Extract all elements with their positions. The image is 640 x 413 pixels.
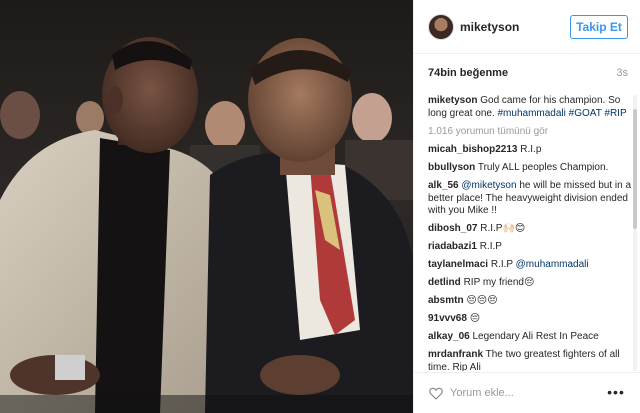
comment-text: Legendary Ali Rest In Peace: [472, 331, 599, 342]
comment-user[interactable]: 91vvv68: [428, 313, 467, 324]
heart-icon[interactable]: [428, 385, 444, 401]
likes-count[interactable]: 74bin beğenme: [428, 67, 508, 79]
follow-button[interactable]: Takip Et: [570, 15, 628, 39]
comment-row: mrdanfrank The two greatest fighters of …: [428, 349, 632, 371]
post-sidebar: miketyson Takip Et 74bin beğenme 3s mike…: [413, 0, 640, 413]
comment-text: 😔: [469, 313, 481, 324]
avatar[interactable]: [428, 14, 454, 40]
comment-mention[interactable]: @miketyson: [461, 180, 516, 191]
post-stats: 74bin beğenme 3s: [428, 67, 628, 83]
comment-row: 91vvv68 😔: [428, 313, 632, 326]
post-username[interactable]: miketyson: [460, 20, 519, 34]
comment-text: R.I.P: [479, 241, 502, 252]
comment-text: he will be missed but in a better place!…: [428, 180, 632, 216]
comment-user[interactable]: absmtn: [428, 295, 464, 306]
comment-user[interactable]: micah_bishop2213: [428, 144, 517, 155]
scrollbar-thumb[interactable]: [633, 109, 637, 229]
comment-user[interactable]: bbullyson: [428, 162, 475, 173]
comment-text: RIP my friend😔: [463, 277, 535, 288]
comments-scrollbar[interactable]: [633, 95, 637, 371]
view-all-comments-link[interactable]: 1.016 yorumun tümünü gör: [428, 126, 632, 139]
comment-row: riadabazi1 R.I.P: [428, 241, 632, 254]
post-header: miketyson Takip Et: [414, 0, 640, 54]
post-time[interactable]: 3s: [616, 67, 628, 79]
comments-list[interactable]: miketyson God came for his champion. So …: [428, 95, 632, 371]
comment-text: Truly ALL peoples Champion.: [477, 162, 609, 173]
photo-illustration: [0, 0, 413, 413]
comment-user[interactable]: taylanelmaci: [428, 259, 488, 270]
caption-tags[interactable]: #muhammadali #GOAT #RIP: [498, 108, 627, 119]
comment-text: 😔😔😔: [466, 295, 498, 306]
comment-mention[interactable]: @muhammadali: [516, 259, 589, 270]
comment-text: R.I.p: [520, 144, 542, 155]
comment-row: bbullyson Truly ALL peoples Champion.: [428, 162, 632, 175]
comment-row: alkay_06 Legendary Ali Rest In Peace: [428, 331, 632, 344]
comment-row: absmtn 😔😔😔: [428, 295, 632, 308]
post-footer: •••: [414, 372, 640, 413]
comment-user[interactable]: mrdanfrank: [428, 349, 483, 360]
comment-user[interactable]: riadabazi1: [428, 241, 477, 252]
caption-user[interactable]: miketyson: [428, 95, 477, 106]
comment-row: dibosh_07 R.I.P🙌🏻😊: [428, 223, 632, 236]
comment-input[interactable]: [450, 385, 580, 401]
comment-text: R.I.P🙌🏻😊: [480, 223, 526, 234]
caption: miketyson God came for his champion. So …: [428, 95, 632, 120]
comment-row: micah_bishop2213 R.I.p: [428, 144, 632, 157]
comment-user[interactable]: detlind: [428, 277, 461, 288]
more-options-icon[interactable]: •••: [604, 383, 628, 401]
comment-user[interactable]: dibosh_07: [428, 223, 477, 234]
comment-row: alk_56 @miketyson he will be missed but …: [428, 180, 632, 218]
post-photo[interactable]: [0, 0, 413, 413]
comment-row: detlind RIP my friend😔: [428, 277, 632, 290]
comment-text: R.I.P: [490, 259, 513, 270]
comment-row: taylanelmaci R.I.P @muhammadali: [428, 259, 632, 272]
comment-user[interactable]: alk_56: [428, 180, 459, 191]
comment-user[interactable]: alkay_06: [428, 331, 470, 342]
